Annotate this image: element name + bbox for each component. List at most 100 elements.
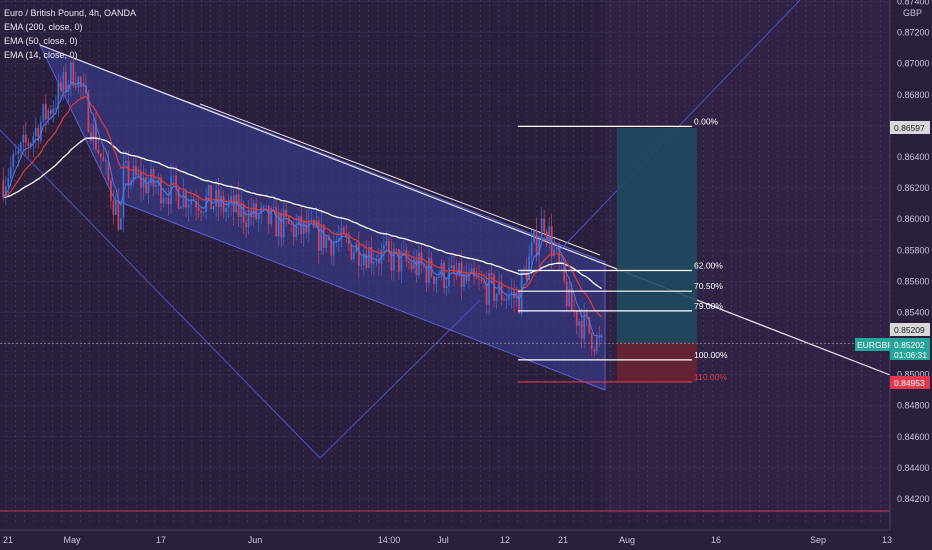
currency-label: GBP <box>903 8 922 18</box>
candle-body <box>252 203 255 218</box>
fib-level-label: 70.50% <box>694 281 723 291</box>
fib-level-label: 62.00% <box>694 260 723 270</box>
candle-body <box>52 108 55 114</box>
candle-body <box>438 276 440 278</box>
candle-body <box>533 231 536 243</box>
fib-level-label: 100.00% <box>694 350 728 360</box>
candle-body <box>242 204 245 223</box>
legend-ema200: EMA (200, close, 0) <box>4 22 83 32</box>
candle-body <box>415 258 418 275</box>
candle-body <box>543 218 546 232</box>
candle-body <box>22 134 25 143</box>
candle-body <box>578 321 581 326</box>
candle-body <box>117 200 120 230</box>
current-price-label: 0.85202 <box>894 340 925 350</box>
candle-body <box>408 261 410 263</box>
price-tick-label: 0.85400 <box>897 307 930 317</box>
candle-body <box>255 203 258 220</box>
candle-body <box>197 207 200 211</box>
time-tick-label: 17 <box>156 535 166 545</box>
time-tick-label: 21 <box>3 535 13 545</box>
price-tick-label: 0.87000 <box>897 59 930 69</box>
countdown-label: 01:06:31 <box>894 350 927 360</box>
time-tick-label: 16 <box>711 535 721 545</box>
candle-body <box>165 197 167 199</box>
candle-body <box>12 153 15 168</box>
candle-body <box>64 72 67 92</box>
candle-body <box>147 183 150 193</box>
price-axis[interactable] <box>890 0 932 530</box>
candle-body <box>225 207 227 212</box>
candle-body <box>59 82 62 91</box>
candle-body <box>475 276 478 279</box>
candle-body <box>395 248 398 250</box>
candle-body <box>523 268 525 270</box>
candle-body <box>9 167 12 179</box>
price-tick-label: 0.84800 <box>897 401 930 411</box>
price-tick-label: 0.84400 <box>897 463 930 473</box>
chart-root[interactable]: 0.00% 62.00% 70.50% 79.00% 100.00% 110.00% 0.… <box>0 0 932 550</box>
candle-body <box>418 252 420 275</box>
candle-body <box>450 264 453 269</box>
candle-body <box>375 260 378 262</box>
candle-body <box>54 107 57 109</box>
candle-body <box>210 185 212 210</box>
candle-body <box>172 175 175 177</box>
candle-body <box>593 349 596 352</box>
candle-body <box>565 281 568 307</box>
time-axis[interactable] <box>0 530 932 550</box>
candle-body <box>125 160 127 163</box>
stop-price-tag: 0.84953 <box>890 376 930 389</box>
candle-body <box>403 250 405 252</box>
candle-body <box>342 227 345 234</box>
candle-body <box>162 198 165 204</box>
price-tick-label: 0.85600 <box>897 276 930 286</box>
candle-body <box>110 180 112 201</box>
candle-body <box>332 242 335 256</box>
candle-body <box>265 205 268 207</box>
candle-body <box>465 273 468 281</box>
candle-body <box>280 213 283 238</box>
candle-body <box>102 157 105 162</box>
candle-body <box>180 206 182 209</box>
time-tick-label: May <box>63 535 81 545</box>
candle-body <box>535 231 538 256</box>
candle-body <box>575 311 578 326</box>
time-tick-label: Jul <box>437 535 449 545</box>
candle-body <box>24 134 27 143</box>
candle-body <box>100 153 102 158</box>
fib-level-label: 0.00% <box>694 116 719 126</box>
candle-body <box>74 85 77 88</box>
candle-body <box>150 168 152 184</box>
price-tick-label: 0.86800 <box>897 90 930 100</box>
candle-body <box>360 265 363 266</box>
stop-price-label: 0.84953 <box>894 378 925 388</box>
time-tick-label: 13 <box>882 535 892 545</box>
time-tick-label: 14:00 <box>378 535 401 545</box>
candle-body <box>260 207 263 215</box>
candle-body <box>137 172 140 176</box>
price-tick-label: 0.86200 <box>897 183 930 193</box>
candle-body <box>495 293 498 302</box>
candle-body <box>595 336 598 352</box>
price-tick-label: 0.86400 <box>897 152 930 162</box>
last-price-label: 0.85209 <box>894 325 925 335</box>
candle-body <box>155 185 157 187</box>
chart-canvas[interactable]: 0.00% 62.00% 70.50% 79.00% 100.00% 110.00% 0.… <box>0 0 932 550</box>
legend-title: Euro / British Pound, 4h, OANDA <box>4 8 136 18</box>
candle-body <box>570 289 573 310</box>
candle-body <box>367 246 370 268</box>
fib-level-label: 79.00% <box>694 301 723 311</box>
candle-body <box>217 189 220 208</box>
candle-body <box>302 221 305 235</box>
candle-body <box>120 218 122 230</box>
candle-body <box>115 200 117 215</box>
candle-body <box>262 206 265 208</box>
candle-body <box>27 142 30 146</box>
candle-body <box>312 220 315 228</box>
candle-body <box>47 109 50 120</box>
candle-body <box>82 85 85 87</box>
candle-body <box>14 153 17 155</box>
candle-body <box>590 333 593 350</box>
price-tick-label: 0.84600 <box>897 432 930 442</box>
